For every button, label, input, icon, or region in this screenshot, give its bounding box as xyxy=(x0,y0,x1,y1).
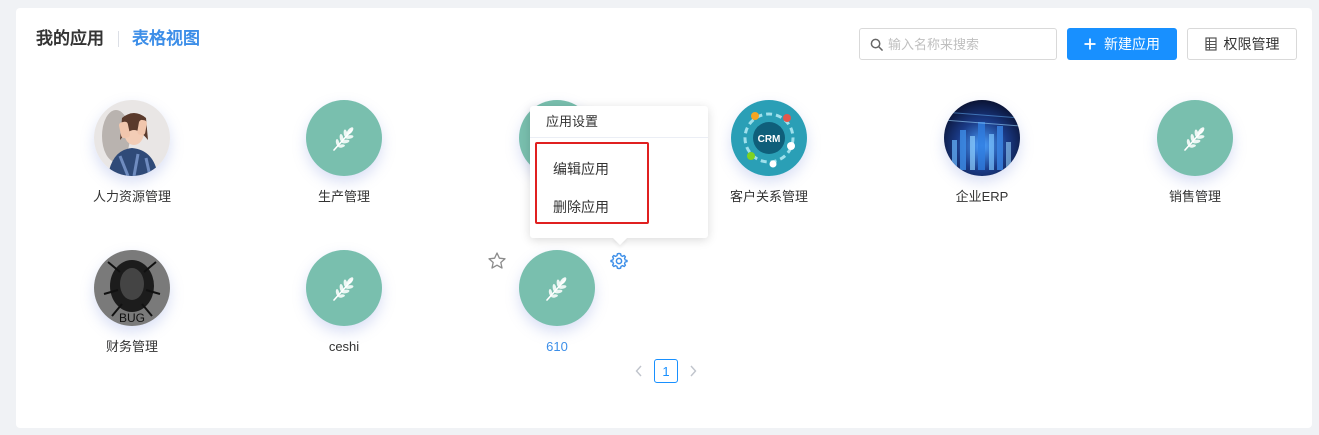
pagination: 1 xyxy=(632,359,700,383)
plus-icon xyxy=(1084,38,1096,50)
search-box[interactable] xyxy=(859,28,1057,60)
wheat-icon xyxy=(306,100,382,176)
app-label: ceshi xyxy=(328,339,360,354)
table-icon xyxy=(1204,37,1217,51)
edit-app-menu-item[interactable]: 编辑应用 xyxy=(553,159,609,179)
gear-icon[interactable] xyxy=(609,251,629,276)
favorite-star-icon[interactable] xyxy=(487,251,507,276)
permissions-button[interactable]: 权限管理 xyxy=(1187,28,1297,60)
wheat-icon xyxy=(306,250,382,326)
new-app-button[interactable]: 新建应用 xyxy=(1067,28,1177,60)
app-card-sales[interactable]: 销售管理 xyxy=(1120,100,1270,206)
search-icon xyxy=(870,38,883,51)
popover-arrow xyxy=(612,230,628,246)
app-card-erp[interactable]: 企业ERP xyxy=(907,100,1057,206)
prev-page-chevron-icon[interactable] xyxy=(632,359,646,383)
crm-text: CRM xyxy=(758,134,781,145)
next-page-chevron-icon[interactable] xyxy=(686,359,700,383)
tab-divider xyxy=(118,31,119,47)
app-card-crm[interactable]: CRM 客户关系管理 xyxy=(694,100,844,206)
app-label: 人力资源管理 xyxy=(92,189,171,204)
app-card-production[interactable]: 生产管理 xyxy=(269,100,419,206)
wheat-icon xyxy=(1157,100,1233,176)
app-card-finance[interactable]: BUG 财务管理 xyxy=(57,250,207,356)
photo-woman-avatar xyxy=(94,100,170,176)
app-label: 销售管理 xyxy=(1168,189,1221,204)
app-card-hr[interactable]: 人力资源管理 xyxy=(57,100,207,206)
tab-table-view[interactable]: 表格视图 xyxy=(132,28,200,50)
popover-title: 应用设置 xyxy=(530,106,708,138)
bug-text: BUG xyxy=(119,311,145,325)
wheat-icon xyxy=(519,250,595,326)
app-label: 企业ERP xyxy=(955,189,1009,204)
app-label: 610 xyxy=(546,339,568,354)
new-app-label: 新建应用 xyxy=(1104,36,1160,52)
app-label: 生产管理 xyxy=(317,189,370,204)
tab-my-apps[interactable]: 我的应用 xyxy=(36,28,104,50)
crm-image-avatar: CRM xyxy=(731,100,807,176)
bug-image-avatar: BUG xyxy=(94,250,170,326)
page-number[interactable]: 1 xyxy=(654,359,678,383)
view-tabs: 我的应用 表格视图 xyxy=(36,28,200,50)
app-label: 财务管理 xyxy=(105,339,158,354)
app-settings-popover: 应用设置 编辑应用 删除应用 xyxy=(530,106,708,246)
search-input[interactable] xyxy=(888,36,1038,52)
delete-app-menu-item[interactable]: 删除应用 xyxy=(553,197,609,217)
app-card-ceshi[interactable]: ceshi xyxy=(269,250,419,356)
app-label: 客户关系管理 xyxy=(729,189,808,204)
app-panel: 我的应用 表格视图 新建应用 权限管理 xyxy=(16,8,1312,428)
tech-city-image-avatar xyxy=(944,100,1020,176)
permissions-label: 权限管理 xyxy=(1223,36,1280,52)
